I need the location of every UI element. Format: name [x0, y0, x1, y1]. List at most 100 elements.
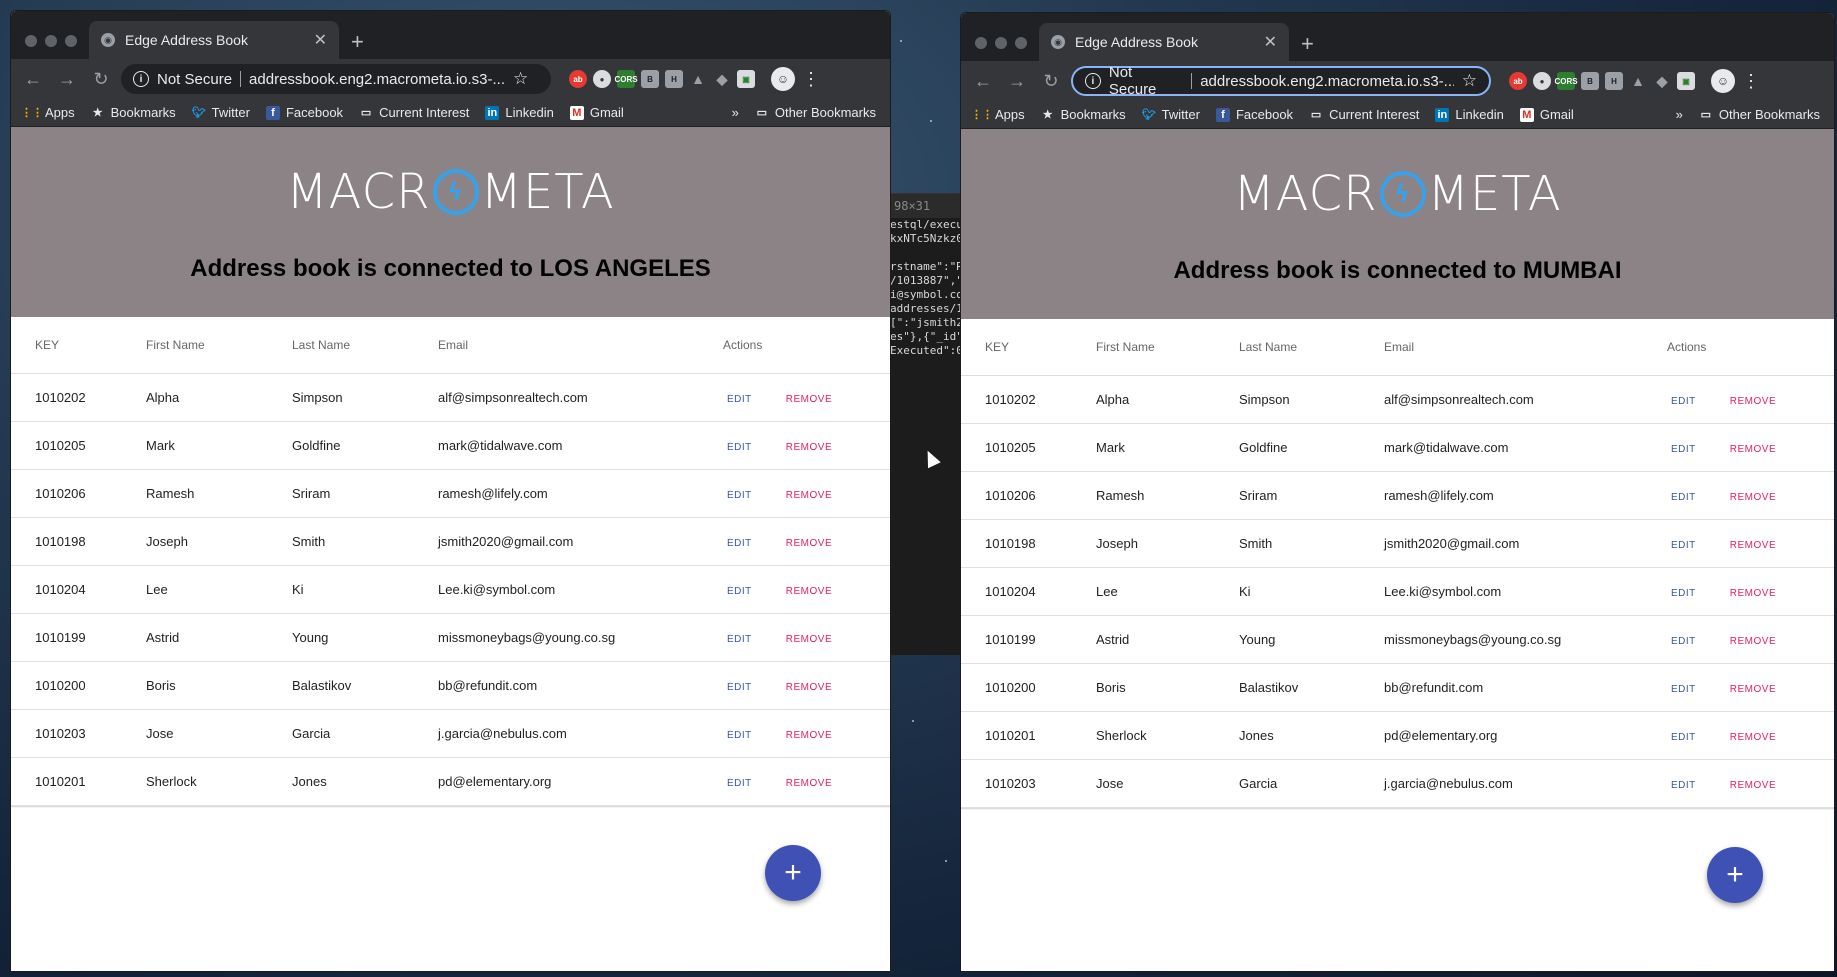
- add-contact-button[interactable]: +: [1707, 847, 1763, 903]
- maximize-window-button[interactable]: [65, 35, 77, 47]
- remove-button[interactable]: REMOVE: [1730, 540, 1776, 551]
- remove-button[interactable]: REMOVE: [786, 634, 832, 645]
- browser-window-mumbai[interactable]: ◉ Edge Address Book ✕ + ← → ↻ i Not Secu…: [960, 12, 1835, 972]
- b-extension-icon[interactable]: B: [641, 70, 659, 88]
- profile-avatar-icon[interactable]: ☺: [771, 67, 795, 91]
- remove-button[interactable]: REMOVE: [786, 586, 832, 597]
- remove-button[interactable]: REMOVE: [1730, 396, 1776, 407]
- shield-extension-icon[interactable]: ◆: [1653, 72, 1671, 90]
- adblock-extension-icon[interactable]: ab: [569, 70, 587, 88]
- circle-extension-icon[interactable]: ●: [1533, 72, 1551, 90]
- edit-button[interactable]: EDIT: [1671, 396, 1696, 407]
- terminal-window[interactable]: 98×31 estql/execut kxNTc5Nzkz0 rstname":…: [886, 193, 966, 655]
- remove-button[interactable]: REMOVE: [1730, 588, 1776, 599]
- h-extension-icon[interactable]: H: [665, 70, 683, 88]
- edit-button[interactable]: EDIT: [727, 634, 752, 645]
- edit-button[interactable]: EDIT: [727, 730, 752, 741]
- forward-icon[interactable]: →: [1003, 67, 1031, 95]
- bookmark-other-bookmarks[interactable]: ▭ Other Bookmarks: [755, 105, 876, 120]
- address-bar[interactable]: i Not Secure addressbook.eng2.macrometa.…: [121, 64, 551, 94]
- forward-icon[interactable]: →: [53, 65, 81, 93]
- remove-button[interactable]: REMOVE: [786, 442, 832, 453]
- cors-extension-icon[interactable]: CORS: [614, 70, 638, 88]
- shield-extension-icon[interactable]: ◆: [713, 70, 731, 88]
- more-bookmarks-icon[interactable]: »: [732, 105, 739, 120]
- edit-button[interactable]: EDIT: [1671, 540, 1696, 551]
- remove-button[interactable]: REMOVE: [1730, 444, 1776, 455]
- minimize-window-button[interactable]: [45, 35, 57, 47]
- image-extension-icon[interactable]: ▣: [1677, 72, 1695, 90]
- edit-button[interactable]: EDIT: [727, 682, 752, 693]
- close-tab-icon[interactable]: ✕: [314, 30, 327, 50]
- bookmark-gmail[interactable]: M Gmail: [569, 105, 624, 120]
- back-icon[interactable]: ←: [969, 67, 997, 95]
- edit-button[interactable]: EDIT: [1671, 780, 1696, 791]
- reload-icon[interactable]: ↻: [1037, 67, 1065, 95]
- remove-button[interactable]: REMOVE: [786, 394, 832, 405]
- bookmark-linkedin[interactable]: in Linkedin: [485, 105, 554, 120]
- remove-button[interactable]: REMOVE: [786, 682, 832, 693]
- bookmark-facebook[interactable]: f Facebook: [265, 105, 343, 120]
- bookmark-bookmarks[interactable]: ★ Bookmarks: [91, 105, 176, 120]
- remove-button[interactable]: REMOVE: [1730, 780, 1776, 791]
- browser-menu-icon[interactable]: ⋮: [1741, 71, 1761, 92]
- address-bar[interactable]: i Not Secure addressbook.eng2.macrometa.…: [1071, 64, 1491, 98]
- edit-button[interactable]: EDIT: [1671, 492, 1696, 503]
- new-tab-icon[interactable]: +: [1301, 31, 1314, 57]
- bookmark-facebook[interactable]: f Facebook: [1215, 107, 1293, 122]
- close-window-button[interactable]: [25, 35, 37, 47]
- bookmark-twitter[interactable]: 🐦︎ Twitter: [1142, 107, 1200, 122]
- profile-avatar-icon[interactable]: ☺: [1711, 69, 1735, 93]
- remove-button[interactable]: REMOVE: [786, 538, 832, 549]
- title-bar[interactable]: ◉ Edge Address Book ✕ +: [11, 11, 890, 59]
- drive-extension-icon[interactable]: ▲: [689, 70, 707, 88]
- cors-extension-icon[interactable]: CORS: [1554, 72, 1578, 90]
- browser-tab[interactable]: ◉ Edge Address Book ✕: [1039, 23, 1289, 61]
- browser-window-los-angeles[interactable]: ◉ Edge Address Book ✕ + ← → ↻ i Not Secu…: [10, 10, 891, 972]
- edit-button[interactable]: EDIT: [727, 586, 752, 597]
- image-extension-icon[interactable]: ▣: [737, 70, 755, 88]
- b-extension-icon[interactable]: B: [1581, 72, 1599, 90]
- adblock-extension-icon[interactable]: ab: [1509, 72, 1527, 90]
- bookmark-star-icon[interactable]: ☆: [1462, 71, 1477, 91]
- edit-button[interactable]: EDIT: [1671, 684, 1696, 695]
- remove-button[interactable]: REMOVE: [786, 778, 832, 789]
- remove-button[interactable]: REMOVE: [786, 730, 832, 741]
- remove-button[interactable]: REMOVE: [1730, 492, 1776, 503]
- edit-button[interactable]: EDIT: [727, 538, 752, 549]
- edit-button[interactable]: EDIT: [1671, 588, 1696, 599]
- circle-extension-icon[interactable]: ●: [593, 70, 611, 88]
- maximize-window-button[interactable]: [1015, 37, 1027, 49]
- edit-button[interactable]: EDIT: [1671, 732, 1696, 743]
- more-bookmarks-icon[interactable]: »: [1676, 107, 1683, 122]
- bookmark-other-bookmarks[interactable]: ▭ Other Bookmarks: [1699, 107, 1820, 122]
- back-icon[interactable]: ←: [19, 65, 47, 93]
- remove-button[interactable]: REMOVE: [1730, 636, 1776, 647]
- edit-button[interactable]: EDIT: [727, 442, 752, 453]
- bookmark-current-interest[interactable]: ▭ Current Interest: [359, 105, 470, 120]
- bookmark-twitter[interactable]: 🐦︎ Twitter: [192, 105, 250, 120]
- info-icon[interactable]: i: [133, 71, 149, 87]
- new-tab-icon[interactable]: +: [351, 29, 364, 55]
- info-icon[interactable]: i: [1085, 73, 1101, 89]
- bookmark-apps[interactable]: ⋮⋮ Apps: [971, 107, 1025, 122]
- h-extension-icon[interactable]: H: [1605, 72, 1623, 90]
- close-tab-icon[interactable]: ✕: [1264, 32, 1277, 52]
- browser-menu-icon[interactable]: ⋮: [801, 69, 821, 90]
- bookmark-star-icon[interactable]: ☆: [513, 69, 528, 89]
- edit-button[interactable]: EDIT: [1671, 444, 1696, 455]
- remove-button[interactable]: REMOVE: [786, 490, 832, 501]
- close-window-button[interactable]: [975, 37, 987, 49]
- edit-button[interactable]: EDIT: [727, 394, 752, 405]
- minimize-window-button[interactable]: [995, 37, 1007, 49]
- bookmark-linkedin[interactable]: in Linkedin: [1435, 107, 1504, 122]
- drive-extension-icon[interactable]: ▲: [1629, 72, 1647, 90]
- browser-tab[interactable]: ◉ Edge Address Book ✕: [89, 21, 339, 59]
- reload-icon[interactable]: ↻: [87, 65, 115, 93]
- remove-button[interactable]: REMOVE: [1730, 684, 1776, 695]
- bookmark-apps[interactable]: ⋮⋮ Apps: [21, 105, 75, 120]
- bookmark-bookmarks[interactable]: ★ Bookmarks: [1041, 107, 1126, 122]
- edit-button[interactable]: EDIT: [727, 778, 752, 789]
- bookmark-gmail[interactable]: M Gmail: [1519, 107, 1574, 122]
- title-bar[interactable]: ◉ Edge Address Book ✕ +: [961, 13, 1834, 61]
